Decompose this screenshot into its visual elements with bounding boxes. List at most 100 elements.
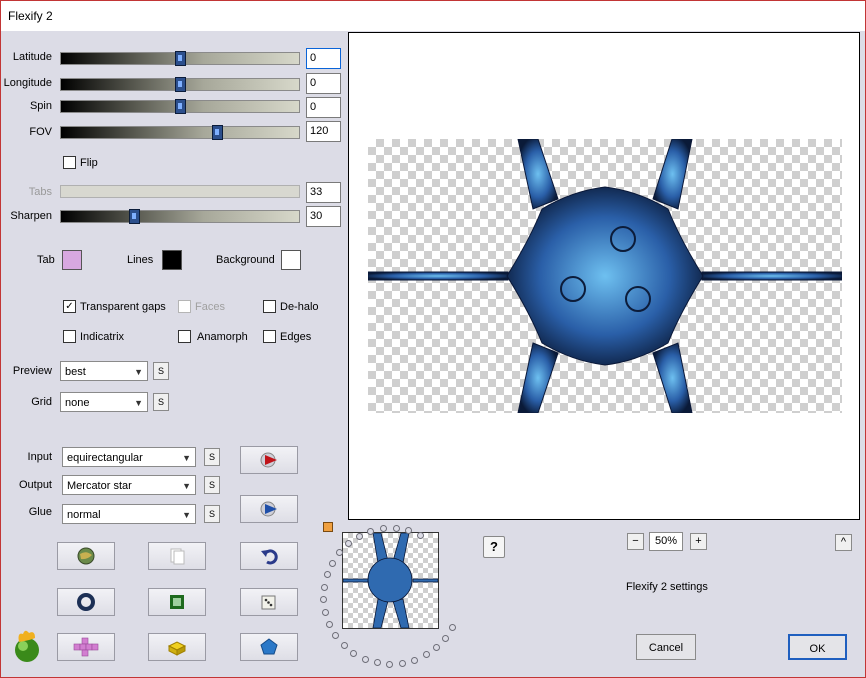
anamorph-checkbox[interactable] <box>178 330 191 343</box>
flip-checkbox[interactable] <box>63 156 76 169</box>
navigator-ring-dot[interactable] <box>433 643 441 651</box>
brick-icon <box>167 641 187 656</box>
pentagon-button[interactable] <box>240 633 298 661</box>
flaming-pear-logo <box>15 630 39 662</box>
sharpen-input[interactable]: 30 <box>306 206 341 227</box>
fov-label: FOV <box>29 126 52 138</box>
fov-input[interactable]: 120 <box>306 121 341 142</box>
navigator-ring-dot[interactable] <box>411 656 419 664</box>
preview-s-button[interactable]: S <box>153 362 169 380</box>
input-select-value: equirectangular <box>67 452 143 464</box>
title-bar: Flexify 2 <box>1 1 865 31</box>
faces-checkbox[interactable] <box>178 300 191 313</box>
zoom-out-button[interactable]: − <box>627 533 644 550</box>
output-select[interactable]: Mercator star ▼ <box>62 475 196 495</box>
spin-input[interactable]: 0 <box>306 97 341 118</box>
fov-slider-thumb[interactable] <box>212 125 223 140</box>
transparent-gaps-label: Transparent gaps <box>80 301 166 313</box>
cancel-button[interactable]: Cancel <box>636 634 696 660</box>
navigator-ring-dot[interactable] <box>320 596 328 604</box>
output-s-button[interactable]: S <box>204 476 220 494</box>
sharpen-slider-thumb[interactable] <box>129 209 140 224</box>
background-color-label: Background <box>216 254 275 266</box>
flexify-dialog: Flexify 2 Latitude 0 Longitude 0 Spin 0 … <box>0 0 866 678</box>
navigator-ring-dot[interactable] <box>340 641 348 649</box>
longitude-input[interactable]: 0 <box>306 73 341 94</box>
navigator-ring-dot[interactable] <box>399 660 407 668</box>
cross-tiles-button[interactable] <box>57 633 115 661</box>
glue-s-button[interactable]: S <box>204 505 220 523</box>
tab-color-swatch[interactable] <box>62 250 82 270</box>
indicatrix-checkbox[interactable] <box>63 330 76 343</box>
ring-icon <box>77 593 95 611</box>
de-halo-checkbox[interactable] <box>263 300 276 313</box>
navigator-ring-dot[interactable] <box>386 660 394 668</box>
tabs-input[interactable]: 33 <box>306 182 341 203</box>
render-forward-button[interactable] <box>240 495 298 523</box>
navigator-ring-dot[interactable] <box>361 655 369 663</box>
thumbnail-preview[interactable] <box>342 532 439 629</box>
latitude-slider-thumb[interactable] <box>175 51 186 66</box>
chevron-down-icon: ▼ <box>134 398 143 408</box>
navigator-ring-dot[interactable] <box>325 620 333 628</box>
transparent-gaps-checkbox[interactable]: ✓ <box>63 300 76 313</box>
fov-slider[interactable] <box>60 125 300 140</box>
spin-slider-thumb[interactable] <box>175 99 186 114</box>
navigator-ring-dot[interactable] <box>320 583 328 591</box>
mercator-star-image <box>368 139 842 413</box>
copy-button[interactable] <box>148 542 206 570</box>
navigator-ring-dot[interactable] <box>332 631 340 639</box>
background-color-swatch[interactable] <box>281 250 301 270</box>
grid-select-value: none <box>65 397 90 409</box>
brick-button[interactable] <box>148 633 206 661</box>
navigator-ring-dot[interactable] <box>328 559 336 567</box>
grid-select[interactable]: none ▼ <box>60 392 148 412</box>
longitude-slider-thumb[interactable] <box>175 77 186 92</box>
ok-button[interactable]: OK <box>788 634 847 660</box>
latitude-input[interactable]: 0 <box>306 48 341 69</box>
preview-forward-button[interactable] <box>240 446 298 474</box>
glue-select[interactable]: normal ▼ <box>62 504 196 524</box>
navigator-ring-dot[interactable] <box>321 608 329 616</box>
input-select[interactable]: equirectangular ▼ <box>62 447 196 467</box>
navigator-ring-dot[interactable] <box>373 659 381 667</box>
help-icon: ? <box>490 539 498 554</box>
tabs-slider[interactable] <box>60 185 300 198</box>
navigator-ring-dot[interactable] <box>350 649 358 657</box>
zoom-level[interactable]: 50% <box>649 532 683 551</box>
grid-s-button[interactable]: S <box>153 393 169 411</box>
latitude-slider[interactable] <box>60 51 300 66</box>
lines-color-swatch[interactable] <box>162 250 182 270</box>
preview-select[interactable]: best ▼ <box>60 361 148 381</box>
glue-select-value: normal <box>67 509 101 521</box>
edges-checkbox[interactable] <box>263 330 276 343</box>
navigator-handle[interactable] <box>323 522 333 532</box>
zoom-in-button[interactable]: + <box>690 533 707 550</box>
output-select-value: Mercator star <box>67 480 132 492</box>
latitude-label: Latitude <box>12 51 52 63</box>
de-halo-label: De-halo <box>280 301 319 313</box>
tab-color-label: Tab <box>37 254 55 266</box>
input-s-button[interactable]: S <box>204 448 220 466</box>
main-preview[interactable] <box>348 32 860 520</box>
edges-label: Edges <box>280 331 312 343</box>
navigator-ring-dot[interactable] <box>392 525 400 533</box>
longitude-slider[interactable] <box>60 77 300 92</box>
help-button[interactable]: ? <box>483 536 505 558</box>
navigator-ring-dot[interactable] <box>422 651 430 659</box>
ring-button[interactable] <box>57 588 115 616</box>
settings-label: Flexify 2 settings <box>626 581 708 593</box>
sharpen-slider[interactable] <box>60 209 300 224</box>
undo-button[interactable] <box>240 542 298 570</box>
navigator-ring-dot[interactable] <box>417 531 425 539</box>
navigator-ring-dot[interactable] <box>323 571 331 579</box>
navigator-ring-dot[interactable] <box>448 623 456 631</box>
frame-button[interactable] <box>148 588 206 616</box>
navigator-ring-dot[interactable] <box>355 533 363 541</box>
navigator-ring-dot[interactable] <box>441 634 449 642</box>
scroll-up-button[interactable]: ^ <box>835 534 852 551</box>
spin-slider[interactable] <box>60 99 300 114</box>
chevron-down-icon: ▼ <box>134 367 143 377</box>
globe-button[interactable] <box>57 542 115 570</box>
random-button[interactable] <box>240 588 298 616</box>
